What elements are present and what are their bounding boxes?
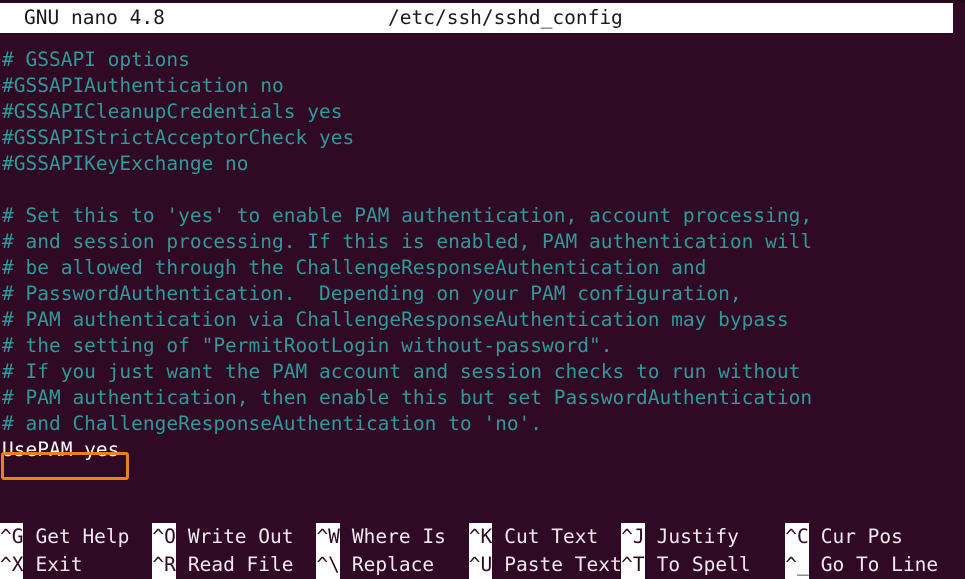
shortcut-key-badge[interactable]: ^T <box>621 551 645 579</box>
editor-line[interactable]: #GSSAPIStrictAcceptorCheck yes <box>0 125 965 151</box>
shortcut-label: Exit <box>35 553 83 576</box>
editor-line-text: #GSSAPIAuthentication no <box>2 74 284 97</box>
titlebar-gutter <box>953 3 965 33</box>
editor-line-text: # and ChallengeResponseAuthentication to… <box>2 412 543 435</box>
editor-line[interactable]: # Set this to 'yes' to enable PAM authen… <box>0 203 965 229</box>
titlebar: GNU nano 4.8 /etc/ssh/sshd_config <box>0 3 953 33</box>
editor-line-text: #GSSAPIStrictAcceptorCheck yes <box>2 126 355 149</box>
editor-line[interactable]: # and ChallengeResponseAuthentication to… <box>0 411 965 437</box>
editor-line[interactable]: #GSSAPIKeyExchange no <box>0 151 965 177</box>
editor-line[interactable]: #GSSAPICleanupCredentials yes <box>0 99 965 125</box>
shortcut-item[interactable]: ^J Justify <box>621 523 739 551</box>
editor-line-text: #GSSAPICleanupCredentials yes <box>2 100 343 123</box>
shortcut-item[interactable]: ^\ Replace <box>316 551 434 579</box>
editor-line-text: # and session processing. If this is ena… <box>2 230 813 253</box>
shortcut-item[interactable]: ^C Cur Pos <box>785 523 903 551</box>
titlebar-filepath: /etc/ssh/sshd_config <box>388 6 623 29</box>
shortcut-label: Justify <box>656 525 739 548</box>
editor-line-text: # Set this to 'yes' to enable PAM authen… <box>2 204 813 227</box>
shortcut-label: Get Help <box>35 525 130 548</box>
shortcut-label: To Spell <box>656 553 751 576</box>
shortcut-key-badge[interactable]: ^J <box>621 523 645 551</box>
shortcut-key-badge[interactable]: ^R <box>152 551 176 579</box>
editor-line[interactable]: # PAM authentication via ChallengeRespon… <box>0 307 965 333</box>
nano-terminal-window: GNU nano 4.8 /etc/ssh/sshd_config # GSSA… <box>0 0 965 579</box>
shortcut-label: Go To Line <box>820 553 939 576</box>
editor-line-text: # the setting of "PermitRootLogin withou… <box>2 334 613 357</box>
editor-line[interactable]: # PasswordAuthentication. Depending on y… <box>0 281 965 307</box>
shortcut-key-badge[interactable]: ^W <box>316 523 340 551</box>
editor-line-text: # If you just want the PAM account and s… <box>2 360 801 383</box>
shortcut-label: Paste Text <box>504 553 622 576</box>
shortcut-key-badge[interactable]: ^X <box>0 551 24 579</box>
shortcut-key-badge[interactable]: ^O <box>152 523 176 551</box>
shortcut-item[interactable]: ^K Cut Text <box>468 523 599 551</box>
shortcut-item[interactable]: ^W Where Is <box>316 523 446 551</box>
editor-line-text <box>2 178 14 201</box>
editor-line[interactable]: # If you just want the PAM account and s… <box>0 359 965 385</box>
shortcut-item[interactable]: ^U Paste Text <box>468 551 622 579</box>
shortcut-label: Replace <box>351 553 435 576</box>
editor-line[interactable] <box>0 177 965 203</box>
shortcut-key-badge[interactable]: ^\ <box>316 551 340 579</box>
editor-line-text: # GSSAPI options <box>2 48 190 71</box>
editor-line[interactable]: # be allowed through the ChallengeRespon… <box>0 255 965 281</box>
editor-line-text: # be allowed through the ChallengeRespon… <box>2 256 707 279</box>
shortcut-bar: ^G Get Help ^O Write Out ^W Where Is ^K Cut Tex… <box>0 523 965 579</box>
shortcut-row-1: ^G Get Help ^O Write Out ^W Where Is ^K Cut Tex… <box>0 523 965 551</box>
shortcut-item[interactable]: ^X Exit <box>0 551 82 579</box>
shortcut-label: Cur Pos <box>820 525 903 548</box>
titlebar-version: GNU nano 4.8 <box>24 6 165 29</box>
shortcut-label: Where Is <box>351 525 446 548</box>
shortcut-key-badge[interactable]: ^K <box>468 523 493 551</box>
shortcut-item[interactable]: ^O Write Out <box>152 523 294 551</box>
shortcut-item[interactable]: ^_ Go To Line <box>785 551 938 579</box>
shortcut-label: Cut Text <box>504 525 599 548</box>
shortcut-row-2: ^X Exit ^R Read File ^\ Replace ^U Paste Text ^T… <box>0 551 965 579</box>
shortcut-key-badge[interactable]: ^U <box>468 551 493 579</box>
shortcut-item[interactable]: ^R Read File <box>152 551 294 579</box>
shortcut-label: Read File <box>187 553 294 576</box>
shortcut-label: Write Out <box>187 525 294 548</box>
editor-line[interactable]: # GSSAPI options <box>0 47 965 73</box>
editor-line[interactable]: #GSSAPIAuthentication no <box>0 73 965 99</box>
editor-line[interactable]: # PAM authentication, then enable this b… <box>0 385 965 411</box>
shortcut-key-badge[interactable]: ^_ <box>785 551 809 579</box>
editor-line-text: # PasswordAuthentication. Depending on y… <box>2 282 742 305</box>
editor-line-text: # PAM authentication, then enable this b… <box>2 386 813 409</box>
shortcut-key-badge[interactable]: ^C <box>785 523 809 551</box>
shortcut-item[interactable]: ^T To Spell <box>621 551 751 579</box>
editor-line-text: # PAM authentication via ChallengeRespon… <box>2 308 789 331</box>
editor-line[interactable]: # the setting of "PermitRootLogin withou… <box>0 333 965 359</box>
editor-line-text: #GSSAPIKeyExchange no <box>2 152 249 175</box>
editor-line-text: UsePAM yes <box>2 438 120 461</box>
editor-line[interactable]: # and session processing. If this is ena… <box>0 229 965 255</box>
editor-text-area[interactable]: # GSSAPI options #GSSAPIAuthentication no… <box>0 47 965 517</box>
shortcut-item[interactable]: ^G Get Help <box>0 523 129 551</box>
editor-line-current[interactable]: UsePAM yes <box>0 437 965 463</box>
shortcut-key-badge[interactable]: ^G <box>0 523 24 551</box>
